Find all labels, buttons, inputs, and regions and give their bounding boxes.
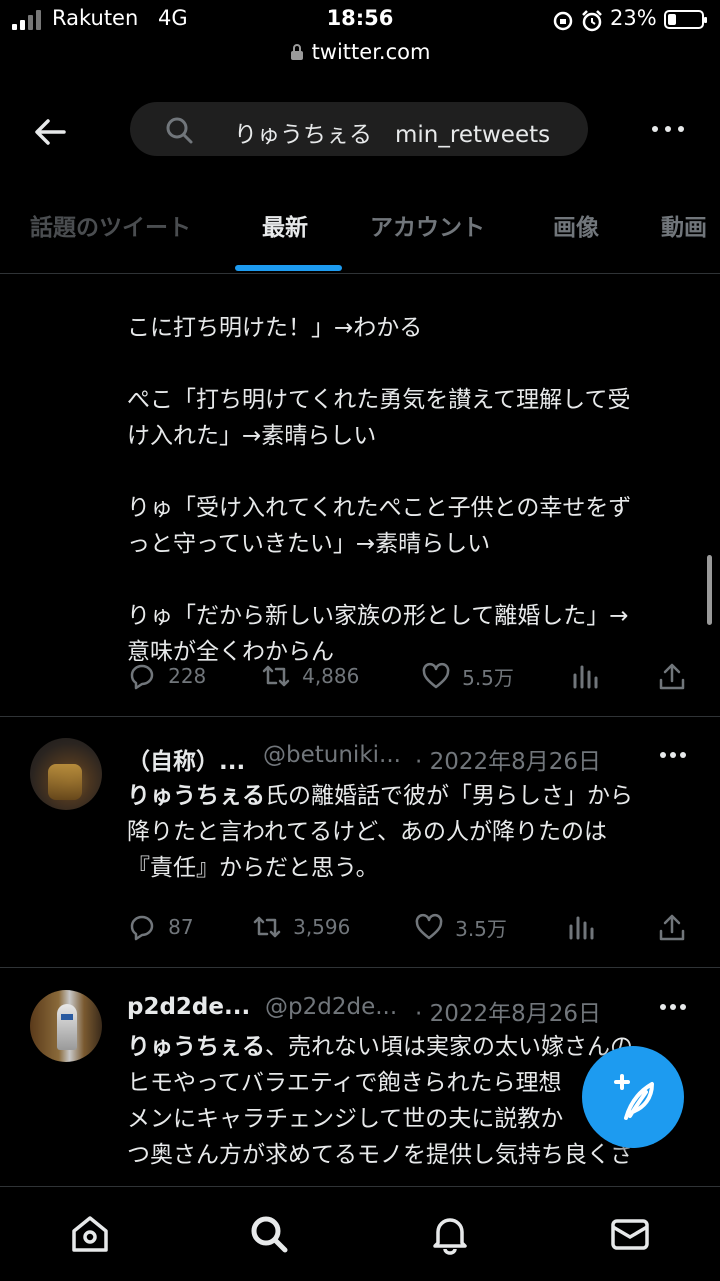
like-button[interactable]: 3.5万: [414, 912, 507, 942]
notifications-icon[interactable]: [429, 1213, 471, 1255]
like-count: 3.5万: [455, 916, 507, 941]
tweet-text-line: 『責任』からだと思う。: [127, 855, 379, 881]
tweet-text-line: 降りたと言われてるけど、あの人が降りたのは: [127, 819, 608, 845]
share-icon[interactable]: [657, 912, 687, 942]
more-icon[interactable]: [648, 118, 688, 142]
tweet-text-line: [127, 346, 631, 382]
tweet-text-line: っと守っていきたい」→素晴らしい: [127, 531, 491, 557]
tweet-text-line: こに打ち明けた！」→わかる: [127, 315, 423, 341]
tweet-text-line: 氏の離婚話で彼が「男らしさ」から: [265, 783, 633, 809]
tweet-highlight: りゅうちぇる: [127, 783, 265, 809]
search-query: りゅうちぇる min_retweets: [234, 122, 551, 148]
like-count: 5.5万: [462, 665, 514, 690]
tweet-text-line: [127, 562, 631, 598]
search-icon: [166, 117, 193, 144]
bottom-navigation: [0, 1186, 720, 1281]
reply-count: 87: [168, 915, 194, 939]
rotation-lock-icon: [553, 11, 573, 31]
tweet-more-icon[interactable]: [660, 744, 690, 768]
compose-tweet-button[interactable]: [582, 1046, 684, 1148]
retweet-button[interactable]: 3,596: [252, 912, 350, 942]
share-icon[interactable]: [657, 661, 687, 691]
compose-tweet-icon: [614, 1074, 654, 1120]
tab-latest[interactable]: 最新: [262, 208, 308, 242]
handle[interactable]: @betuniki...: [263, 742, 401, 768]
scrollbar[interactable]: [707, 555, 712, 625]
lock-icon: [290, 44, 303, 60]
retweet-icon: [253, 916, 281, 938]
tab-top-tweets[interactable]: 話題のツイート: [30, 208, 191, 242]
reply-count: 228: [168, 664, 207, 688]
tweet-more-icon[interactable]: [660, 996, 690, 1020]
back-arrow-icon[interactable]: [30, 112, 70, 152]
avatar[interactable]: [30, 990, 102, 1062]
tweet-text: りゅうちぇる氏の離婚話で彼が「男らしさ」から 降りたと言われてるけど、あの人が降…: [127, 778, 633, 886]
timestamp[interactable]: · 2022年8月26日: [415, 742, 601, 776]
tweet-text-line: け入れた」→素晴らしい: [127, 423, 377, 449]
reply-button[interactable]: 87: [127, 912, 194, 942]
tweet-text: こに打ち明けた！」→わかるぺこ「打ち明けてくれた勇気を讃えて理解して受 け入れた」…: [127, 274, 631, 706]
retweet-count: 3,596: [293, 915, 351, 939]
explore-icon[interactable]: [248, 1213, 290, 1255]
handle[interactable]: @p2d2de...: [265, 994, 397, 1020]
display-name[interactable]: （自称）...: [127, 742, 245, 776]
home-icon[interactable]: [69, 1213, 111, 1255]
active-tab-indicator: [235, 265, 342, 271]
retweet-icon: [262, 665, 290, 687]
battery-percent: 23%: [610, 6, 657, 30]
search-input[interactable]: りゅうちぇる min_retweets: [130, 102, 588, 156]
timestamp[interactable]: · 2022年8月26日: [415, 994, 601, 1028]
tweet-text-line: りゅ「だから新しい家族の形として離婚した」→: [127, 603, 629, 629]
like-icon: [415, 913, 443, 940]
tweet-divider: [0, 716, 720, 717]
avatar[interactable]: [30, 738, 102, 810]
reply-icon: [130, 664, 154, 690]
tweet-divider: [0, 967, 720, 968]
like-button[interactable]: 5.5万: [421, 661, 514, 691]
alarm-icon: [582, 10, 602, 32]
retweet-button[interactable]: 4,886: [261, 661, 359, 691]
battery-icon: [664, 10, 707, 29]
reply-button[interactable]: 228: [127, 661, 206, 691]
url-text: twitter.com: [311, 40, 431, 64]
retweet-count: 4,886: [302, 664, 360, 688]
status-bar: Rakuten 4G 18:56 23%: [0, 0, 720, 40]
analytics-icon[interactable]: [570, 661, 600, 691]
tweet-text-line: りゅ「受け入れてくれたぺこと子供との幸せをず: [127, 495, 632, 521]
tweet-text-line: [127, 454, 631, 490]
tweet-highlight: りゅうちぇる: [127, 1034, 265, 1060]
url-bar[interactable]: twitter.com: [0, 40, 720, 64]
tweet-text-line: ぺこ「打ち明けてくれた勇気を讃えて理解して受: [127, 387, 631, 413]
display-name[interactable]: p2d2de...: [127, 994, 250, 1020]
messages-icon[interactable]: [609, 1213, 651, 1255]
analytics-icon[interactable]: [566, 912, 596, 942]
reply-icon: [130, 915, 154, 941]
like-icon: [422, 662, 450, 689]
tweet-text-line: 、売れない頃は実家の太い嫁さんの: [265, 1034, 633, 1060]
tab-videos[interactable]: 動画: [661, 208, 707, 242]
tab-accounts[interactable]: アカウント: [370, 208, 485, 242]
tab-images[interactable]: 画像: [553, 208, 599, 242]
